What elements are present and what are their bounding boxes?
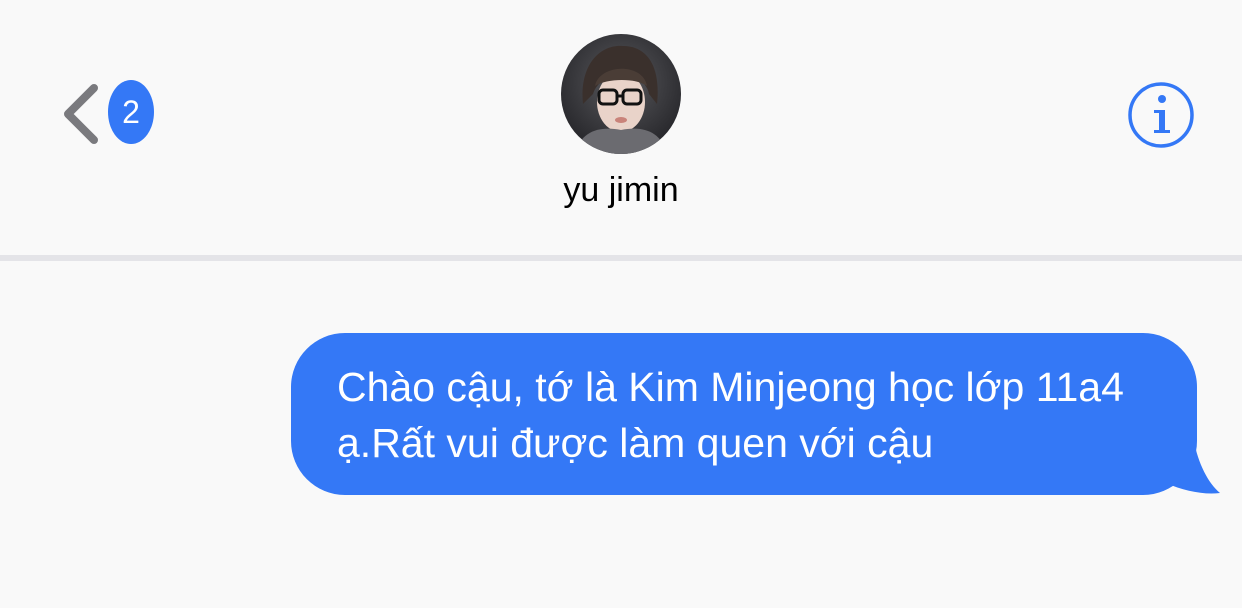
info-circle-icon xyxy=(1128,82,1194,148)
contact-name: yu jimin xyxy=(563,171,679,209)
message-text: Chào cậu, tớ là Kim Minjeong học lớp 11a… xyxy=(337,364,1124,466)
contact-photo xyxy=(561,34,681,154)
conversation-header: 2 yu jimin xyxy=(0,0,1242,256)
info-button[interactable] xyxy=(1126,80,1196,150)
message-thread: Chào cậu, tớ là Kim Minjeong học lớp 11a… xyxy=(0,261,1242,608)
contact-header[interactable]: yu jimin xyxy=(521,32,721,222)
chevron-left-icon xyxy=(64,84,98,144)
outgoing-message-bubble[interactable]: Chào cậu, tớ là Kim Minjeong học lớp 11a… xyxy=(291,333,1197,495)
avatar[interactable] xyxy=(561,34,681,154)
back-button[interactable]: 2 xyxy=(52,76,162,152)
messages-screen: 2 yu jimin Chào cậu, tớ là Kim Minjeong … xyxy=(0,0,1242,608)
unread-count-badge: 2 xyxy=(108,80,154,144)
